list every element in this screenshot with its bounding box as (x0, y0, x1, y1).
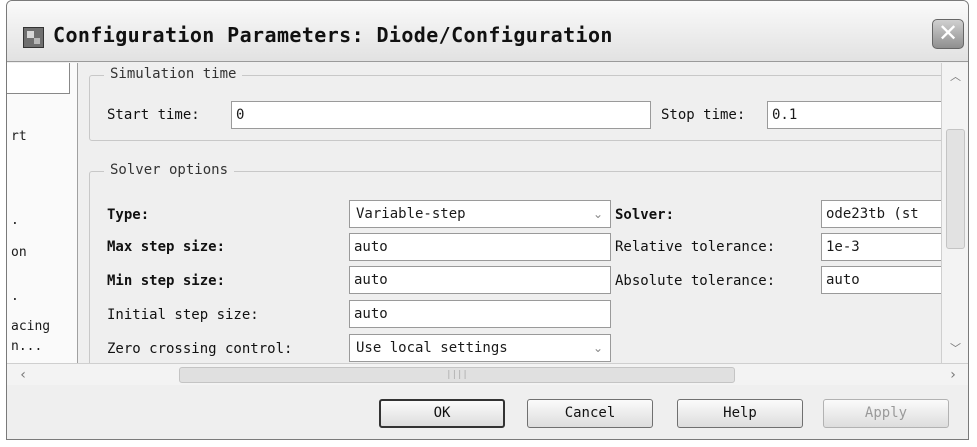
tree-item-dot-2[interactable]: . (11, 289, 19, 304)
zero-crossing-control-value: Use local settings (356, 340, 508, 356)
max-step-size-input[interactable]: auto (349, 233, 611, 261)
scroll-up-icon[interactable]: ︿ (945, 67, 966, 87)
solver-type-select[interactable]: Variable-step ⌄ (349, 200, 611, 228)
title-bar[interactable]: Configuration Parameters: Diode/Configur… (7, 1, 968, 62)
scroll-down-icon[interactable]: ﹀ (945, 339, 966, 359)
absolute-tolerance-input[interactable]: auto (821, 266, 941, 294)
relative-tolerance-label: Relative tolerance: (615, 239, 776, 255)
simulation-time-group-label: Simulation time (104, 66, 243, 82)
start-time-label: Start time: (107, 107, 200, 123)
apply-button[interactable]: Apply (823, 399, 949, 428)
min-step-size-label: Min step size: (107, 273, 226, 289)
tree-item-more[interactable]: n... (11, 339, 42, 354)
max-step-size-label: Max step size: (107, 239, 226, 255)
window-title: Configuration Parameters: Diode/Configur… (53, 23, 613, 47)
horizontal-scrollbar[interactable]: ‹ |||| › (7, 363, 968, 386)
scroll-left-icon[interactable]: ‹ (13, 365, 33, 385)
tree-item-dot-1[interactable]: . (11, 213, 19, 228)
zero-crossing-control-label: Zero crossing control: (107, 341, 293, 357)
stop-time-label: Stop time: (661, 107, 746, 123)
cancel-button[interactable]: Cancel (527, 399, 653, 428)
absolute-tolerance-label: Absolute tolerance: (615, 273, 776, 289)
min-step-size-input[interactable]: auto (349, 266, 611, 294)
solver-settings-panel: Simulation time Start time: 0 Stop time:… (79, 63, 941, 363)
configuration-dialog: Configuration Parameters: Diode/Configur… (6, 0, 969, 440)
chevron-down-icon: ⌄ (592, 341, 604, 355)
solver-type-value: Variable-step (356, 206, 466, 222)
initial-step-size-input[interactable]: auto (349, 300, 611, 328)
config-tree-pane: rt . on . acing n... (7, 63, 78, 363)
stop-time-input[interactable]: 0.1 (767, 101, 941, 129)
relative-tolerance-input[interactable]: 1e-3 (821, 233, 941, 261)
scroll-right-icon[interactable]: › (943, 365, 963, 385)
chevron-down-icon: ⌄ (592, 207, 604, 221)
start-time-input[interactable]: 0 (231, 101, 651, 129)
tree-item-start[interactable]: rt (11, 129, 27, 144)
simulink-app-icon (23, 27, 44, 48)
solver-label: Solver: (615, 207, 675, 223)
tree-item-tracing[interactable]: acing (11, 319, 50, 334)
solver-select[interactable]: ode23tb (st (821, 200, 941, 228)
ok-button[interactable]: OK (379, 399, 505, 428)
help-button[interactable]: Help (677, 399, 803, 428)
solver-options-group-label: Solver options (104, 162, 235, 178)
config-tree-selected-item[interactable] (7, 63, 70, 94)
vertical-scrollbar[interactable]: ︿ ﹀ (941, 63, 968, 363)
close-button[interactable]: ✕ (932, 19, 964, 49)
zero-crossing-control-select[interactable]: Use local settings ⌄ (349, 334, 611, 362)
vertical-scroll-thumb[interactable] (946, 129, 965, 249)
dialog-button-bar: OK Cancel Help Apply (7, 385, 968, 439)
tree-item-optimization[interactable]: on (11, 245, 27, 260)
horizontal-scroll-thumb[interactable]: |||| (179, 367, 735, 383)
type-label: Type: (107, 207, 150, 223)
initial-step-size-label: Initial step size: (107, 307, 259, 323)
